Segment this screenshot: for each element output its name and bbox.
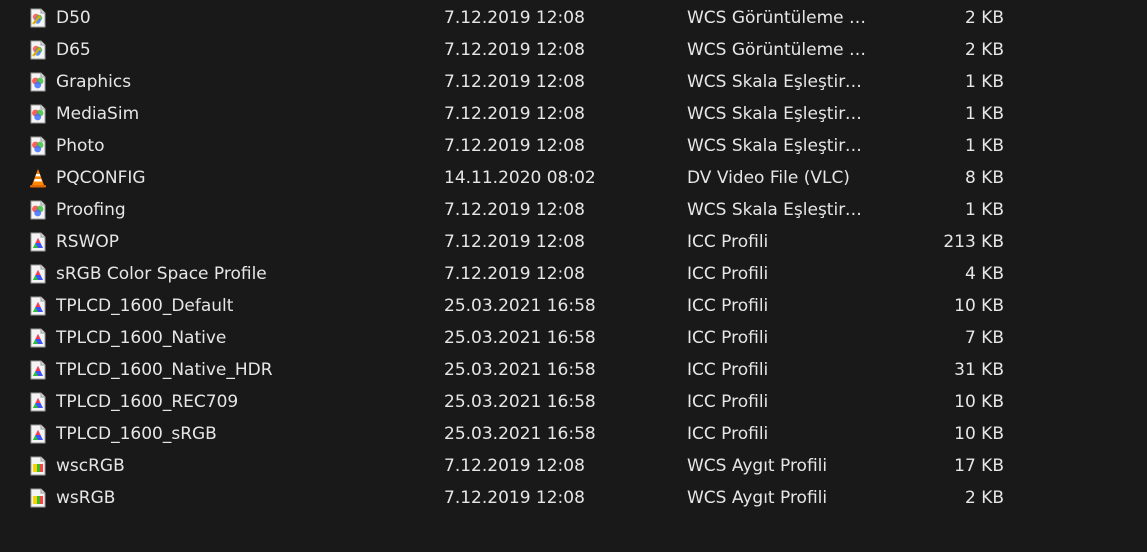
file-date: 7.12.2019 12:08	[444, 488, 585, 508]
file-size: 213 KB	[943, 232, 1004, 252]
file-type: ICC Profili	[687, 264, 769, 284]
file-name: PQCONFIG	[56, 168, 146, 188]
file-size: 10 KB	[954, 392, 1004, 412]
file-size: 8 KB	[964, 168, 1004, 188]
file-date: 7.12.2019 12:08	[444, 104, 585, 124]
file-type: WCS Skala Eşleştirme...	[687, 136, 872, 156]
wcs-gamut-icon	[28, 200, 48, 220]
file-type: ICC Profili	[687, 392, 769, 412]
file-name: D50	[56, 8, 91, 28]
file-name: TPLCD_1600_REC709	[56, 392, 239, 412]
file-row[interactable]: Photo 7.12.2019 12:08 WCS Skala Eşleştir…	[0, 130, 1147, 162]
file-type: WCS Skala Eşleştirme...	[687, 200, 872, 220]
file-row[interactable]: TPLCD_1600_REC709 25.03.2021 16:58 ICC P…	[0, 386, 1147, 418]
file-date: 14.11.2020 08:02	[444, 168, 596, 188]
icc-profile-icon	[28, 424, 48, 444]
file-name: TPLCD_1600_Default	[56, 296, 234, 316]
file-row[interactable]: PQCONFIG 14.11.2020 08:02 DV Video File …	[0, 162, 1147, 194]
icc-profile-icon	[28, 360, 48, 380]
wcs-viewing-icon	[28, 40, 48, 60]
file-type: ICC Profili	[687, 232, 769, 252]
file-type: WCS Skala Eşleştirme...	[687, 104, 872, 124]
file-name: sRGB Color Space Profile	[56, 264, 267, 284]
file-type: WCS Aygıt Profili	[687, 488, 828, 508]
file-type: WCS Görüntüleme K...	[687, 8, 872, 28]
file-size: 17 KB	[954, 456, 1004, 476]
file-name: D65	[56, 40, 91, 60]
file-name: Graphics	[56, 72, 132, 92]
file-size: 2 KB	[964, 488, 1004, 508]
file-list: D50 7.12.2019 12:08 WCS Görüntüleme K...…	[0, 2, 1147, 514]
file-row[interactable]: D65 7.12.2019 12:08 WCS Görüntüleme K...…	[0, 34, 1147, 66]
file-row[interactable]: TPLCD_1600_Native 25.03.2021 16:58 ICC P…	[0, 322, 1147, 354]
file-size: 31 KB	[954, 360, 1004, 380]
icc-profile-icon	[28, 264, 48, 284]
file-size: 10 KB	[954, 424, 1004, 444]
wcs-gamut-icon	[28, 104, 48, 124]
file-row[interactable]: Proofing 7.12.2019 12:08 WCS Skala Eşleş…	[0, 194, 1147, 226]
file-size: 2 KB	[964, 40, 1004, 60]
file-row[interactable]: RSWOP 7.12.2019 12:08 ICC Profili 213 KB	[0, 226, 1147, 258]
icc-profile-icon	[28, 328, 48, 348]
vlc-cone-icon	[28, 168, 48, 188]
file-row[interactable]: MediaSim 7.12.2019 12:08 WCS Skala Eşleş…	[0, 98, 1147, 130]
file-size: 1 KB	[964, 72, 1004, 92]
file-type: ICC Profili	[687, 296, 769, 316]
file-row[interactable]: TPLCD_1600_sRGB 25.03.2021 16:58 ICC Pro…	[0, 418, 1147, 450]
file-name: TPLCD_1600_Native_HDR	[56, 360, 273, 380]
icc-profile-icon	[28, 232, 48, 252]
file-size: 1 KB	[964, 200, 1004, 220]
file-name: MediaSim	[56, 104, 140, 124]
file-date: 7.12.2019 12:08	[444, 136, 585, 156]
wcs-device-icon	[28, 456, 48, 476]
file-date: 7.12.2019 12:08	[444, 72, 585, 92]
file-name: Photo	[56, 136, 105, 156]
file-row[interactable]: wsRGB 7.12.2019 12:08 WCS Aygıt Profili …	[0, 482, 1147, 514]
file-row[interactable]: Graphics 7.12.2019 12:08 WCS Skala Eşleş…	[0, 66, 1147, 98]
file-type: WCS Görüntüleme K...	[687, 40, 872, 60]
file-type: WCS Aygıt Profili	[687, 456, 828, 476]
file-type: DV Video File (VLC)	[687, 168, 850, 188]
file-date: 7.12.2019 12:08	[444, 40, 585, 60]
icc-profile-icon	[28, 392, 48, 412]
wcs-gamut-icon	[28, 72, 48, 92]
file-size: 10 KB	[954, 296, 1004, 316]
wcs-viewing-icon	[28, 8, 48, 28]
file-row[interactable]: sRGB Color Space Profile 7.12.2019 12:08…	[0, 258, 1147, 290]
file-size: 4 KB	[964, 264, 1004, 284]
file-date: 7.12.2019 12:08	[444, 8, 585, 28]
icc-profile-icon	[28, 296, 48, 316]
file-name: wsRGB	[56, 488, 116, 508]
file-date: 7.12.2019 12:08	[444, 232, 585, 252]
file-name: wscRGB	[56, 456, 125, 476]
file-name: TPLCD_1600_Native	[56, 328, 227, 348]
file-row[interactable]: TPLCD_1600_Default 25.03.2021 16:58 ICC …	[0, 290, 1147, 322]
wcs-device-icon	[28, 488, 48, 508]
file-date: 7.12.2019 12:08	[444, 200, 585, 220]
file-date: 25.03.2021 16:58	[444, 360, 596, 380]
file-name: RSWOP	[56, 232, 120, 252]
file-date: 7.12.2019 12:08	[444, 264, 585, 284]
file-size: 2 KB	[964, 8, 1004, 28]
file-date: 7.12.2019 12:08	[444, 456, 585, 476]
file-row[interactable]: wscRGB 7.12.2019 12:08 WCS Aygıt Profili…	[0, 450, 1147, 482]
file-row[interactable]: TPLCD_1600_Native_HDR 25.03.2021 16:58 I…	[0, 354, 1147, 386]
file-row[interactable]: D50 7.12.2019 12:08 WCS Görüntüleme K...…	[0, 2, 1147, 34]
file-date: 25.03.2021 16:58	[444, 328, 596, 348]
file-size: 1 KB	[964, 136, 1004, 156]
wcs-gamut-icon	[28, 136, 48, 156]
file-date: 25.03.2021 16:58	[444, 392, 596, 412]
file-type: ICC Profili	[687, 328, 769, 348]
file-name: TPLCD_1600_sRGB	[56, 424, 217, 444]
file-name: Proofing	[56, 200, 126, 220]
file-date: 25.03.2021 16:58	[444, 424, 596, 444]
file-date: 25.03.2021 16:58	[444, 296, 596, 316]
file-size: 7 KB	[964, 328, 1004, 348]
file-type: ICC Profili	[687, 424, 769, 444]
file-type: WCS Skala Eşleştirme...	[687, 72, 872, 92]
file-type: ICC Profili	[687, 360, 769, 380]
file-size: 1 KB	[964, 104, 1004, 124]
